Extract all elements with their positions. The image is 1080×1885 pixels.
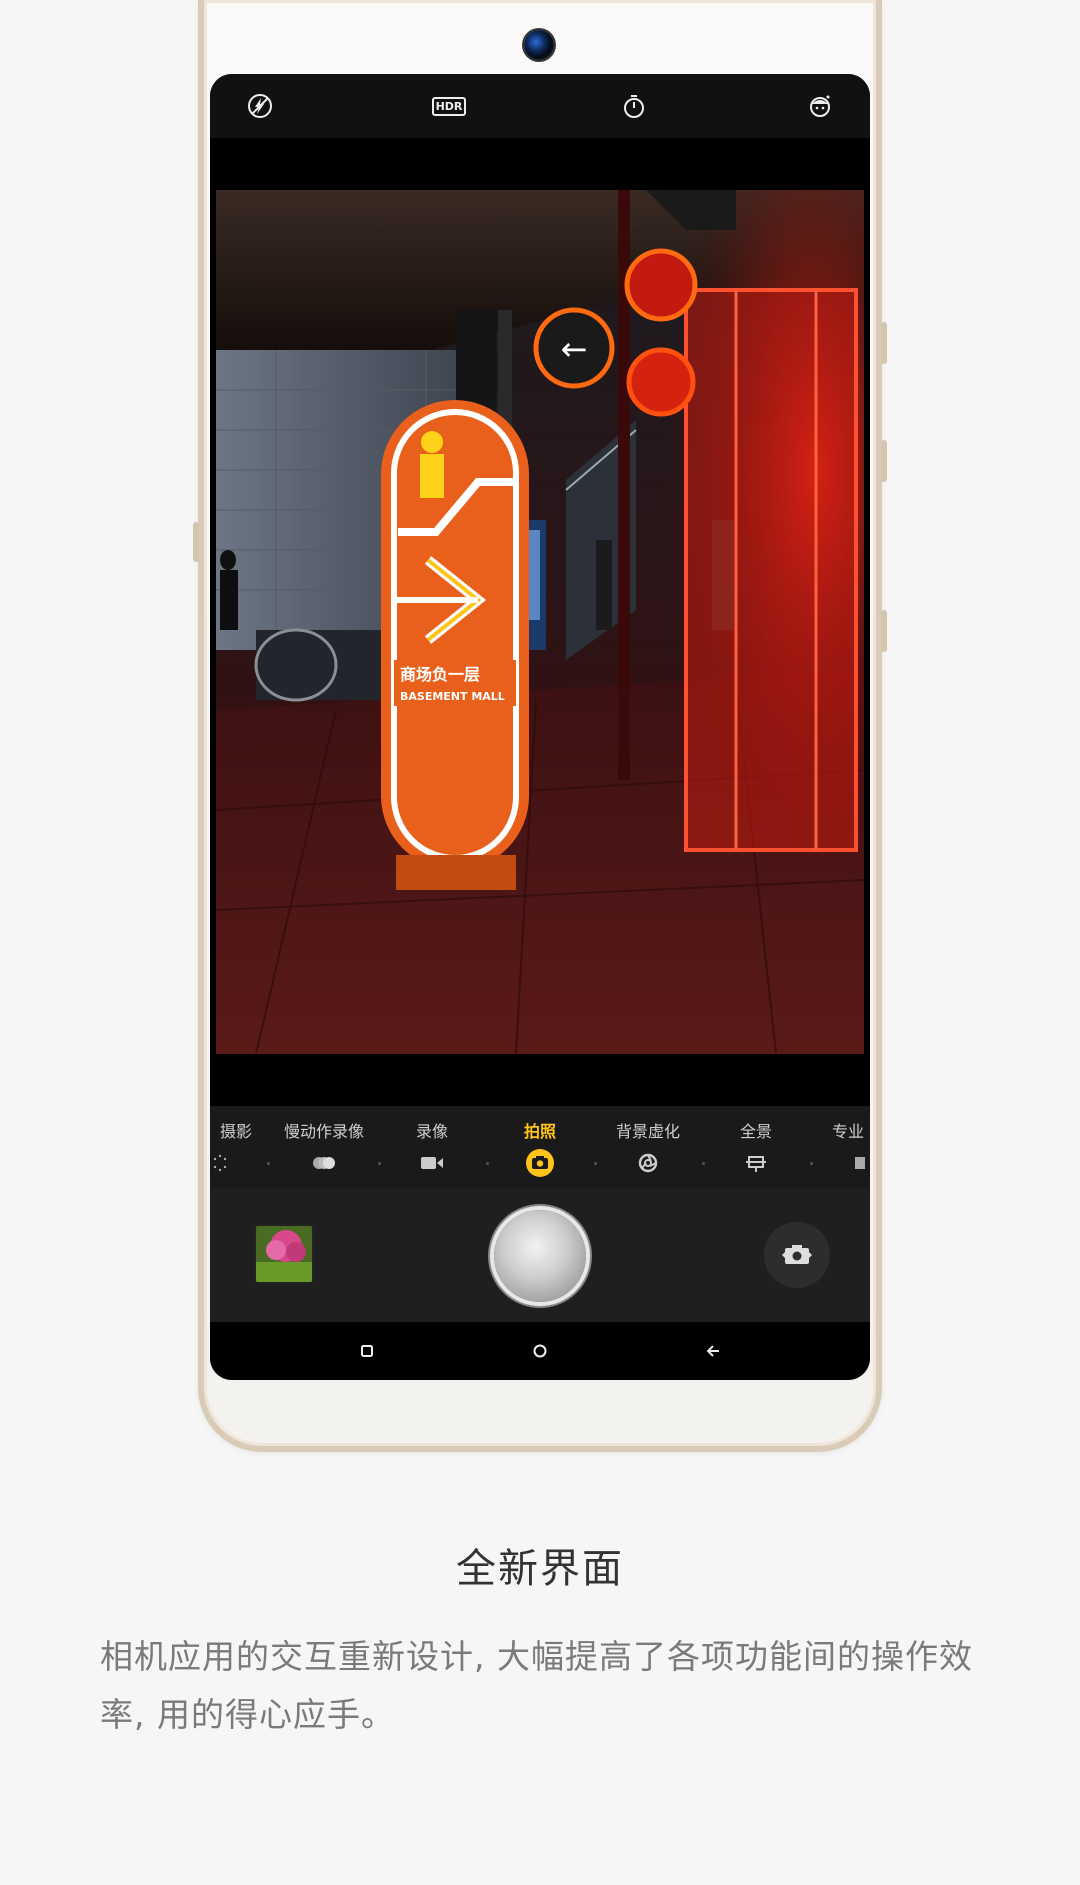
- switch-camera-icon[interactable]: [764, 1222, 830, 1288]
- gallery-thumbnail-image: [256, 1226, 312, 1282]
- beauty-face-icon[interactable]: [804, 90, 836, 122]
- front-camera-icon: [524, 30, 554, 60]
- mode-separator-dot: [378, 1162, 381, 1165]
- shutter-area: [210, 1188, 870, 1322]
- pro-icon[interactable]: [847, 1152, 870, 1174]
- phone-left-button: [193, 522, 199, 562]
- home-icon[interactable]: [525, 1336, 555, 1366]
- navigation-bar: [210, 1322, 870, 1380]
- mode-separator-dot: [702, 1162, 705, 1165]
- viewfinder-scene: ← 商场负一层 BASEMENT MALL: [216, 190, 864, 1054]
- camera-top-bar: HDR: [210, 74, 870, 138]
- gallery-thumbnail[interactable]: [254, 1224, 314, 1284]
- camera-icon[interactable]: [525, 1148, 555, 1178]
- mode-separator-dot: [594, 1162, 597, 1165]
- phone-right-button-3: [881, 610, 887, 652]
- aperture-icon[interactable]: [635, 1152, 661, 1174]
- hdr-button[interactable]: HDR: [431, 90, 467, 122]
- hdr-label: HDR: [431, 96, 467, 116]
- page: HDR ← 商场负一层 BASEMENT MALL 摄影 慢动作录像 录像 拍照…: [0, 0, 1080, 1885]
- mode-pro-label[interactable]: 专业: [832, 1118, 864, 1142]
- mode-timelapse-label[interactable]: 摄影: [220, 1118, 252, 1142]
- timer-icon[interactable]: [618, 90, 650, 122]
- phone-right-button-1: [881, 322, 887, 364]
- mode-video-label[interactable]: 录像: [416, 1118, 448, 1142]
- camera-screen: HDR ← 商场负一层 BASEMENT MALL 摄影 慢动作录像 录像 拍照…: [210, 74, 870, 1380]
- phone-right-button-2: [881, 440, 887, 482]
- mode-separator-dot: [810, 1162, 813, 1165]
- svg-text:←: ←: [561, 330, 588, 368]
- mode-photo-label[interactable]: 拍照: [524, 1118, 556, 1142]
- recent-apps-icon[interactable]: [352, 1336, 382, 1366]
- mode-separator-dot: [486, 1162, 489, 1165]
- page-title: 全新界面: [456, 1546, 624, 1592]
- mode-bokeh-label[interactable]: 背景虚化: [616, 1118, 680, 1142]
- mode-selector: 摄影 慢动作录像 录像 拍照 背景虚化 全景 专业: [210, 1106, 870, 1188]
- video-icon[interactable]: [419, 1152, 445, 1174]
- mode-separator-dot: [267, 1162, 270, 1165]
- back-icon[interactable]: [698, 1336, 728, 1366]
- viewfinder[interactable]: ← 商场负一层 BASEMENT MALL: [216, 190, 864, 1054]
- shutter-button[interactable]: [494, 1210, 586, 1302]
- mode-panorama-label[interactable]: 全景: [740, 1118, 772, 1142]
- feature-description: 相机应用的交互重新设计, 大幅提高了各项功能间的操作效率, 用的得心应手。: [100, 1637, 973, 1734]
- timelapse-icon[interactable]: [210, 1152, 233, 1174]
- slow-motion-icon[interactable]: [311, 1152, 337, 1174]
- sign-text-cn: 商场负一层: [400, 665, 480, 684]
- panorama-icon[interactable]: [743, 1152, 769, 1174]
- flash-off-icon[interactable]: [244, 90, 276, 122]
- sign-text-en: BASEMENT MALL: [400, 690, 505, 703]
- mode-slow-motion-label[interactable]: 慢动作录像: [284, 1118, 364, 1142]
